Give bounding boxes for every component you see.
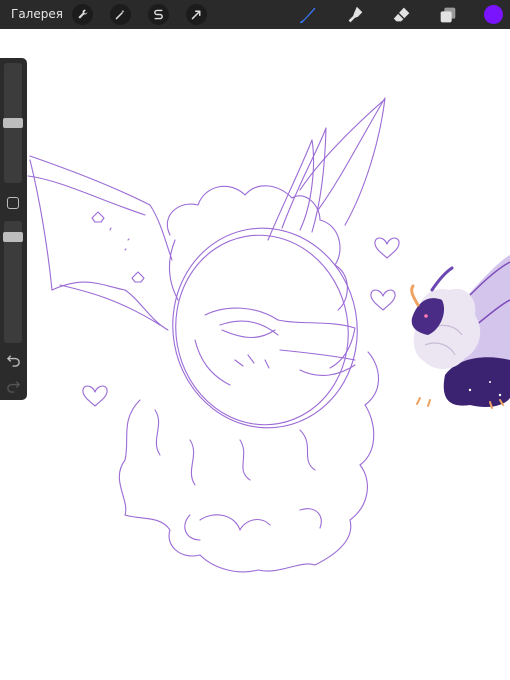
sketch-layer [27,97,400,573]
eraser-tool-button[interactable] [390,3,414,27]
adjustments-button[interactable] [110,4,131,25]
selection-icon [154,9,163,20]
layers-button[interactable] [436,3,460,27]
smudge-icon [348,6,363,23]
magic-wand-icon [115,9,125,20]
wrench-icon [78,9,88,19]
eraser-icon [393,7,410,22]
top-toolbar: Галерея [0,0,510,29]
gallery-button[interactable]: Галерея [11,7,63,21]
actions-button[interactable] [72,4,93,25]
selection-button[interactable] [148,4,169,25]
reference-dragon-image [410,255,510,409]
transform-button[interactable] [186,4,207,25]
transform-arrow-icon [191,10,201,20]
smudge-tool-button[interactable] [343,3,367,27]
drawing-canvas[interactable] [0,29,510,680]
brush-tool-button[interactable] [296,3,320,27]
color-picker-button[interactable] [484,5,503,24]
layers-icon [440,7,456,23]
brush-icon [299,7,316,24]
